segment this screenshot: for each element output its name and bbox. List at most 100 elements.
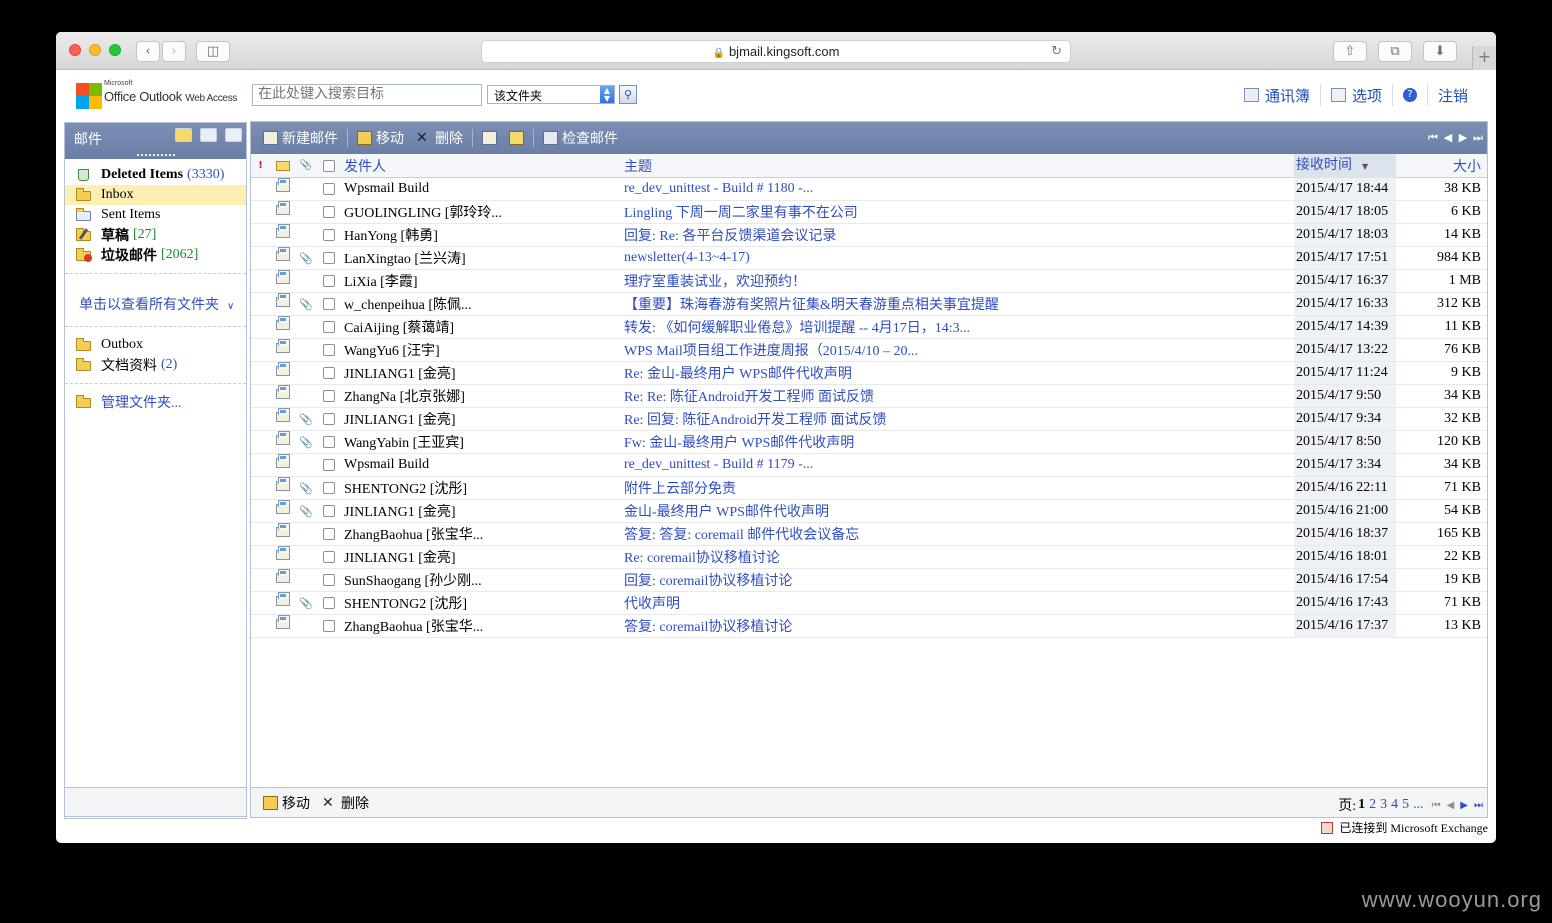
message-row[interactable]: ZhangBaohua [张宝华... 答复: 答复: coremail 邮件代收… — [251, 523, 1487, 546]
close-window-button[interactable] — [69, 44, 81, 56]
message-subject[interactable]: 金山-最终用户 WPS邮件代收声明 — [622, 501, 1294, 521]
folder-deleted-items[interactable]: Deleted Items (3330) — [65, 165, 246, 185]
delete-button[interactable]: ✕ 删除 — [410, 127, 469, 149]
mark-unread-button[interactable] — [503, 127, 530, 149]
message-subject[interactable]: WPS Mail项目组工作进度周报（2015/4/10 – 20... — [622, 340, 1294, 360]
back-button[interactable]: ‹ — [136, 41, 160, 62]
message-checkbox[interactable] — [323, 482, 335, 494]
message-checkbox[interactable] — [323, 275, 335, 287]
first-page-icon[interactable]: ⏮ — [1432, 800, 1441, 811]
minimize-window-button[interactable] — [89, 44, 101, 56]
folder-junk-mail[interactable]: 垃圾邮件 [2062] — [65, 245, 246, 265]
message-subject[interactable]: 回复: Re: 各平台反馈渠道会议记录 — [622, 225, 1294, 245]
help-link[interactable]: ? — [1391, 84, 1427, 106]
message-row[interactable]: CaiAijing [蔡蔼靖] 转发: 《如何缓解职业倦怠》培训提醒 -- 4月1… — [251, 316, 1487, 339]
message-subject[interactable]: Re: 金山-最终用户 WPS邮件代收声明 — [622, 363, 1294, 383]
message-row[interactable]: 📎 SHENTONG2 [沈彤] 附件上云部分免责 2015/4/16 22:11 71… — [251, 477, 1487, 500]
message-checkbox[interactable] — [323, 206, 335, 218]
last-page-icon[interactable]: ⏭ — [1473, 131, 1483, 145]
next-page-icon[interactable]: ▶ — [1460, 800, 1468, 811]
from-column-header[interactable]: 发件人 — [342, 156, 622, 176]
new-tab-button[interactable]: + — [1472, 46, 1496, 70]
message-subject[interactable]: Re: 回复: 陈征Android开发工程师 面试反馈 — [622, 409, 1294, 429]
size-column-header[interactable]: 大小 — [1396, 156, 1487, 176]
resize-grip[interactable] — [137, 154, 175, 157]
zoom-window-button[interactable] — [109, 44, 121, 56]
search-scope-select[interactable]: 该文件夹 ▲ ▼ — [487, 85, 615, 104]
tabs-overview-icon[interactable]: ⧉ — [1378, 41, 1412, 62]
message-subject[interactable]: Re: coremail协议移植讨论 — [622, 547, 1294, 567]
first-page-icon[interactable]: ⏮ — [1428, 131, 1438, 145]
bottom-move-button[interactable]: 移动 — [257, 792, 316, 814]
message-subject[interactable]: re_dev_unittest - Build # 1179 -... — [622, 457, 1294, 473]
message-subject[interactable]: 答复: coremail协议移植讨论 — [622, 616, 1294, 636]
folder-outbox[interactable]: Outbox — [65, 335, 246, 355]
message-subject[interactable]: re_dev_unittest - Build # 1180 -... — [622, 181, 1294, 197]
message-checkbox[interactable] — [323, 183, 335, 195]
message-row[interactable]: 📎 WangYabin [王亚宾] Fw: 金山-最终用户 WPS邮件代收声明 201… — [251, 431, 1487, 454]
message-row[interactable]: 📎 LanXingtao [兰兴涛] newsletter(4-13~4-17) 20… — [251, 247, 1487, 270]
message-subject[interactable]: 理疗室重装试业，欢迎预约！ — [622, 271, 1294, 291]
message-subject[interactable]: Re: Re: 陈征Android开发工程师 面试反馈 — [622, 386, 1294, 406]
folder-documents[interactable]: 文档资料 (2) — [65, 355, 246, 375]
message-row[interactable]: Wpsmail Build re_dev_unittest - Build # 1… — [251, 178, 1487, 201]
message-row[interactable]: SunShaogang [孙少刚... 回复: coremail协议移植讨论 201… — [251, 569, 1487, 592]
message-checkbox[interactable] — [323, 597, 335, 609]
message-icon-column[interactable] — [270, 160, 296, 171]
message-row[interactable]: WangYu6 [汪宇] WPS Mail项目组工作进度周报（2015/4/10 … — [251, 339, 1487, 362]
message-row[interactable]: 📎 JINLIANG1 [金亮] Re: 回复: 陈征Android开发工程师 面试… — [251, 408, 1487, 431]
search-button[interactable]: ⚲ — [619, 85, 637, 104]
folder-sent-items[interactable]: Sent Items — [65, 205, 246, 225]
message-checkbox[interactable] — [323, 528, 335, 540]
move-button[interactable]: 移动 — [351, 127, 410, 149]
attachment-column-icon[interactable]: 📎 — [296, 160, 316, 171]
message-subject[interactable]: newsletter(4-13~4-17) — [622, 250, 1294, 266]
subject-column-header[interactable]: 主题 — [622, 156, 1294, 176]
page-link[interactable]: 3 — [1380, 797, 1387, 812]
message-row[interactable]: ZhangBaohua [张宝华... 答复: coremail协议移植讨论 201… — [251, 615, 1487, 638]
message-checkbox[interactable] — [323, 390, 335, 402]
downloads-icon[interactable]: ⬇ — [1423, 41, 1457, 62]
message-row[interactable]: 📎 SHENTONG2 [沈彤] 代收声明 2015/4/16 17:43 71 KB — [251, 592, 1487, 615]
message-subject[interactable]: 转发: 《如何缓解职业倦怠》培训提醒 -- 4月17日，14:3... — [622, 317, 1294, 337]
select-all-checkbox[interactable] — [323, 159, 335, 172]
check-mail-button[interactable]: 检查邮件 — [537, 127, 624, 149]
options-link[interactable]: 选项 — [1319, 84, 1392, 106]
page-link[interactable]: 2 — [1369, 797, 1376, 812]
message-checkbox[interactable] — [323, 413, 335, 425]
message-checkbox[interactable] — [323, 344, 335, 356]
received-column-header[interactable]: 接收时间 ▼ — [1294, 153, 1396, 178]
last-page-icon[interactable]: ⏭ — [1474, 800, 1483, 811]
message-checkbox[interactable] — [323, 505, 335, 517]
page-link[interactable]: 4 — [1391, 797, 1398, 812]
mark-read-button[interactable] — [476, 127, 503, 149]
contacts-view-icon[interactable] — [225, 128, 242, 142]
message-row[interactable]: ZhangNa [北京张娜] Re: Re: 陈征Android开发工程师 面试反… — [251, 385, 1487, 408]
message-checkbox[interactable] — [323, 229, 335, 241]
manage-folders-link[interactable]: 管理文件夹... — [65, 392, 246, 412]
folder-inbox[interactable]: Inbox — [65, 185, 246, 205]
message-checkbox[interactable] — [323, 574, 335, 586]
message-row[interactable]: JINLIANG1 [金亮] Re: coremail协议移植讨论 2015/4/1… — [251, 546, 1487, 569]
sidebar-toggle-icon[interactable]: ◫ — [196, 41, 230, 62]
message-checkbox[interactable] — [323, 298, 335, 310]
message-checkbox[interactable] — [323, 459, 335, 471]
prev-page-icon[interactable]: ◀ — [1443, 131, 1453, 145]
message-checkbox[interactable] — [323, 551, 335, 563]
share-icon[interactable]: ⇧ — [1333, 41, 1367, 62]
reload-icon[interactable]: ↻ — [1051, 41, 1062, 62]
message-row[interactable]: HanYong [韩勇] 回复: Re: 各平台反馈渠道会议记录 2015/4/17… — [251, 224, 1487, 247]
message-row[interactable]: Wpsmail Build re_dev_unittest - Build # 1… — [251, 454, 1487, 477]
message-checkbox[interactable] — [323, 620, 335, 632]
message-subject[interactable]: Fw: 金山-最终用户 WPS邮件代收声明 — [622, 432, 1294, 452]
message-subject[interactable]: 【重要】珠海春游有奖照片征集&明天春游重点相关事宜提醒 — [622, 294, 1294, 314]
message-row[interactable]: 📎 w_chenpeihua [陈佩... 【重要】珠海春游有奖照片征集&明天春游重… — [251, 293, 1487, 316]
message-checkbox[interactable] — [323, 252, 335, 264]
mail-view-icon[interactable] — [175, 128, 192, 142]
address-bar[interactable]: 🔒 bjmail.kingsoft.com ↻ — [481, 40, 1071, 63]
page-link[interactable]: 1 — [1358, 797, 1365, 812]
message-row[interactable]: GUOLINGLING [郭玲玲... Lingling 下周一周二家里有事不在公… — [251, 201, 1487, 224]
message-row[interactable]: 📎 JINLIANG1 [金亮] 金山-最终用户 WPS邮件代收声明 2015/4/1… — [251, 500, 1487, 523]
folder-drafts[interactable]: 草稿 [27] — [65, 225, 246, 245]
message-row[interactable]: LiXia [李霞] 理疗室重装试业，欢迎预约！ 2015/4/17 16:37 1 … — [251, 270, 1487, 293]
